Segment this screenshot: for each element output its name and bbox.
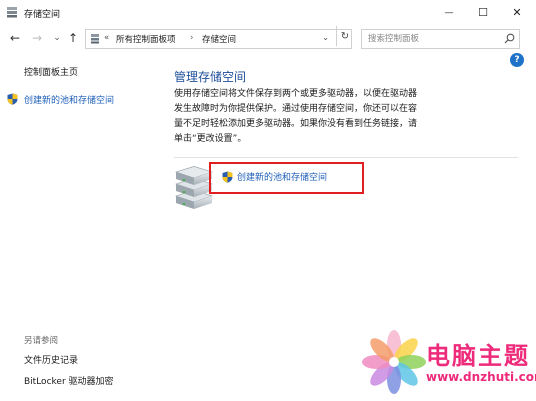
help-label: ? <box>514 55 520 65</box>
refresh-icon: ↻ <box>340 30 350 42</box>
breadcrumb-all-control-panel-items[interactable]: 所有控制面板项 <box>116 33 176 45</box>
address-bar[interactable]: « 所有控制面板项 › 存储空间 ⌄ <box>85 29 352 49</box>
title-bar: 存储空间 — ☐ ✕ <box>0 0 536 25</box>
description-line: 发生故障时为你提供保护。通过使用存储空间，你还可以在容 <box>174 104 418 114</box>
control-panel-icon <box>91 34 99 44</box>
forward-button[interactable]: → <box>30 31 44 45</box>
watermark-url: www.dnzhuti.com <box>426 370 536 384</box>
description-line: 量不足时轻松添加更多驱动器。如果你没有看到任务链接，请 <box>174 119 418 129</box>
page-description: 使用存储空间将文件保存到两个或更多驱动器，以便在驱动器 发生故障时为你提供保护。… <box>174 87 444 147</box>
close-icon: ✕ <box>512 6 522 19</box>
watermark-title: 电脑主题 <box>426 342 530 370</box>
breadcrumb-storage-spaces[interactable]: 存储空间 <box>202 33 236 45</box>
page-title: 管理存储空间 <box>174 70 247 84</box>
minimize-button[interactable]: — <box>432 0 466 25</box>
description-line: 使用存储空间将文件保存到两个或更多驱动器，以便在驱动器 <box>174 89 418 99</box>
recent-locations-button[interactable]: ⌄ <box>50 31 64 45</box>
description-line: 单击“更改设置”。 <box>174 134 247 144</box>
window-title: 存储空间 <box>24 10 61 20</box>
section-divider <box>174 157 518 158</box>
create-pool-sidebar-link[interactable]: 创建新的池和存储空间 <box>24 93 114 106</box>
address-dropdown-icon[interactable]: ⌄ <box>322 33 329 43</box>
back-arrow-icon: ← <box>9 31 21 45</box>
see-also-heading: 另请参阅 <box>24 336 59 346</box>
create-pool-link-label: 创建新的池和存储空间 <box>237 173 328 183</box>
maximize-button[interactable]: ☐ <box>466 0 500 25</box>
flower-logo-icon <box>362 330 426 394</box>
uac-shield-icon <box>222 171 233 183</box>
help-icon[interactable]: ? <box>510 53 524 67</box>
address-overflow-chevrons[interactable]: « <box>104 33 109 43</box>
create-pool-link[interactable]: 创建新的池和存储空间 <box>222 170 327 183</box>
close-button[interactable]: ✕ <box>500 0 534 25</box>
chevron-down-icon: ⌄ <box>53 33 61 43</box>
back-button[interactable]: ← <box>8 31 22 45</box>
uac-shield-icon <box>7 93 18 105</box>
maximize-icon: ☐ <box>478 6 488 19</box>
refresh-button[interactable]: ↻ <box>336 26 353 46</box>
search-box[interactable] <box>361 29 520 49</box>
breadcrumb-separator: › <box>190 33 194 43</box>
up-arrow-icon: ↑ <box>67 31 79 45</box>
minimize-icon: — <box>444 7 454 18</box>
sidebar: 控制面板主页 创建新的池和存储空间 <box>0 52 160 401</box>
file-history-link[interactable]: 文件历史记录 <box>24 353 78 366</box>
storage-spaces-app-icon <box>7 7 17 18</box>
bitlocker-link[interactable]: BitLocker 驱动器加密 <box>24 374 114 387</box>
search-icon <box>504 33 515 44</box>
up-button[interactable]: ↑ <box>66 31 80 45</box>
watermark: 电脑主题 www.dnzhuti.com <box>360 326 536 398</box>
search-input[interactable] <box>368 32 498 46</box>
forward-arrow-icon: → <box>31 31 43 45</box>
control-panel-home-link[interactable]: 控制面板主页 <box>24 65 78 78</box>
